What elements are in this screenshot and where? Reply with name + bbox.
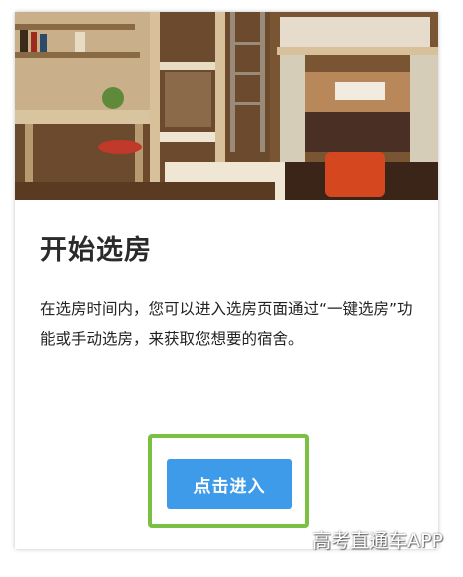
room-selection-card: 开始选房 在选房时间内，您可以进入选房页面通过“一键选房”功能或手动选房，来获取… bbox=[15, 12, 438, 549]
dorm-room-illustration bbox=[15, 12, 438, 200]
enter-button[interactable]: 点击进入 bbox=[167, 459, 292, 509]
watermark-text: 高考直通车APP bbox=[312, 530, 443, 552]
description-text: 在选房时间内，您可以进入选房页面通过“一键选房”功能或手动选房，来获取您想要的宿… bbox=[40, 300, 413, 348]
page-title: 开始选房 bbox=[40, 235, 152, 266]
dorm-room-photo bbox=[15, 12, 438, 200]
